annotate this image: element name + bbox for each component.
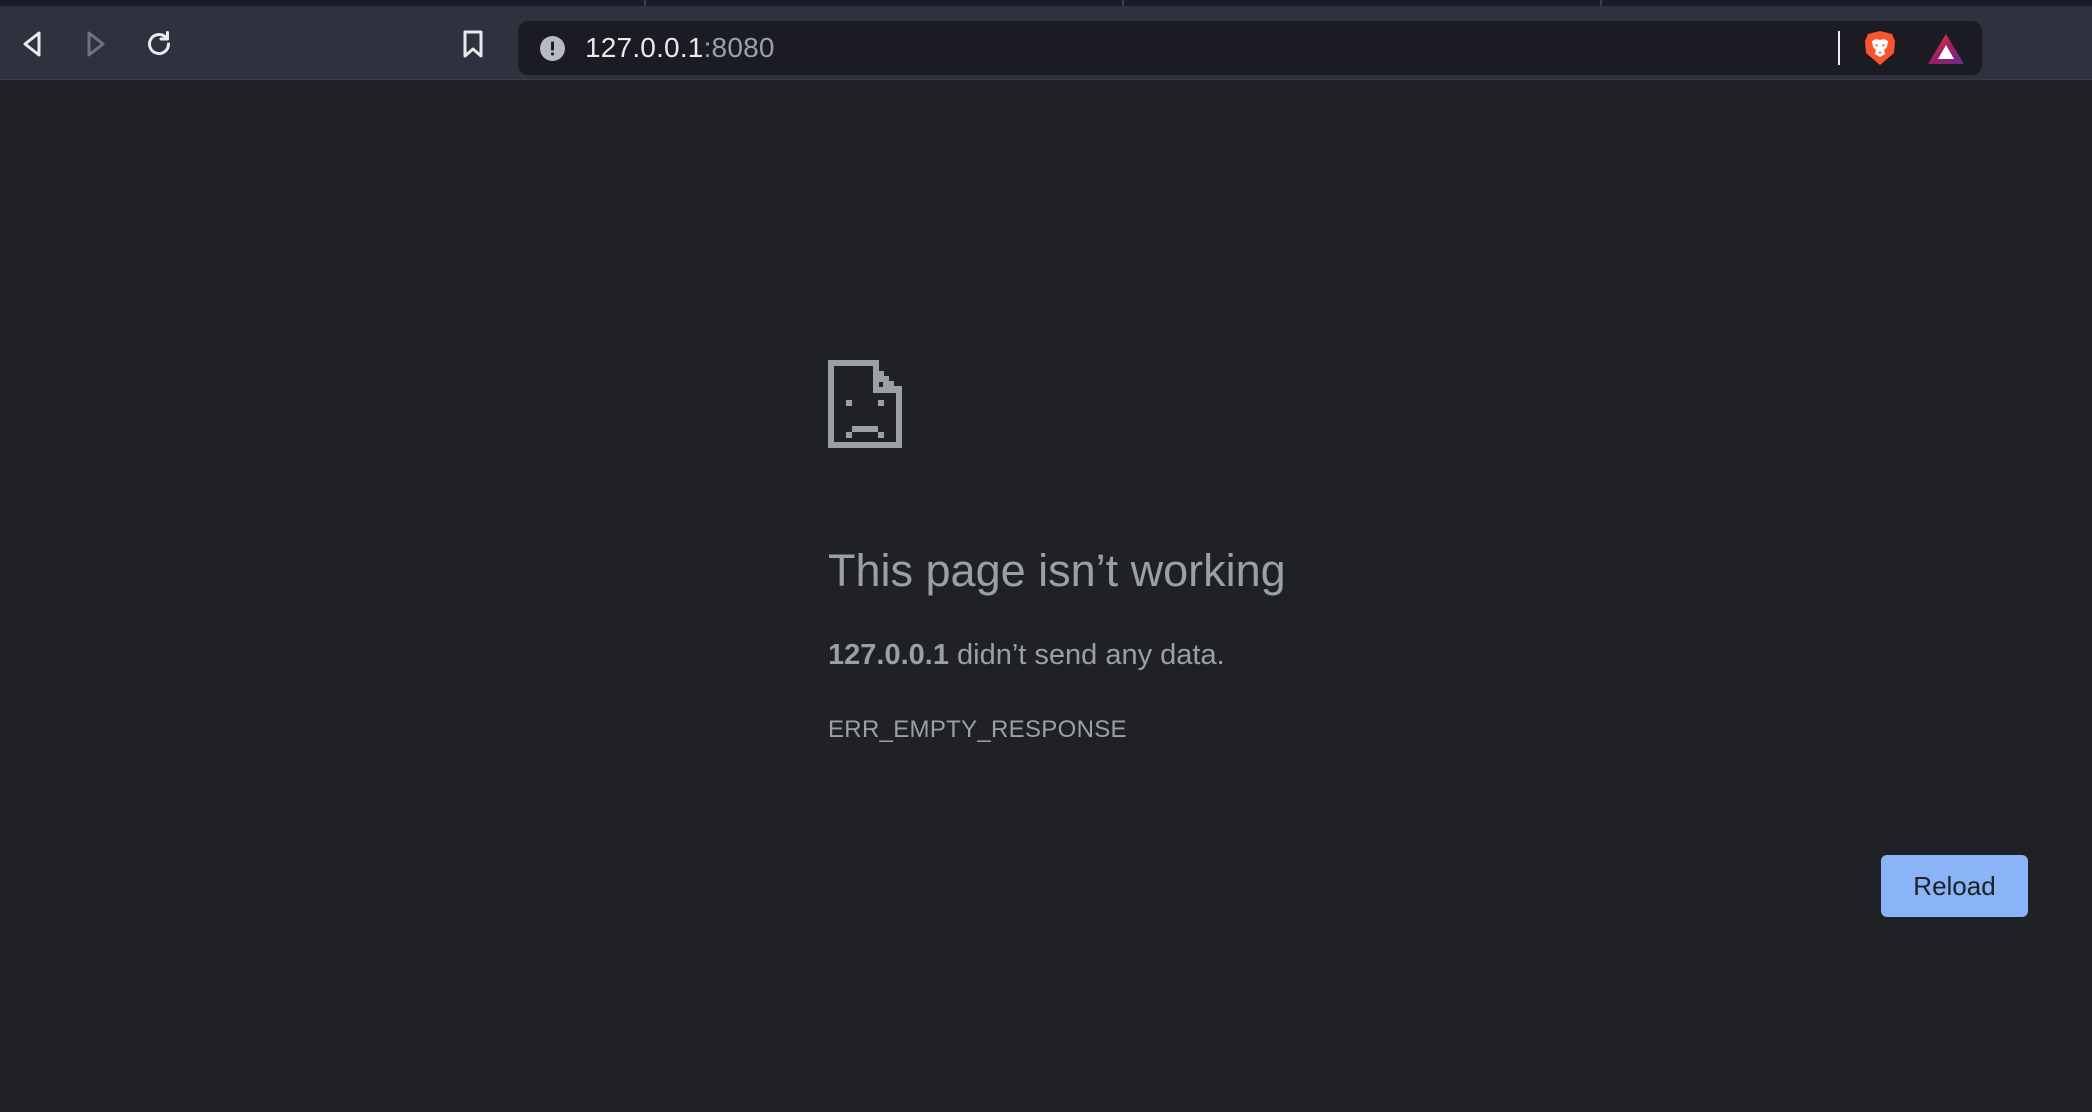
bookmark-button[interactable] (451, 22, 495, 66)
reload-toolbar-button[interactable] (137, 22, 181, 66)
bookmark-icon (463, 30, 483, 58)
address-bar[interactable]: 127.0.0.1:8080 (518, 21, 1982, 75)
error-title: This page isn’t working (828, 545, 1286, 596)
back-icon (23, 31, 41, 57)
forward-button[interactable] (73, 22, 117, 66)
omnibox-divider (1838, 31, 1840, 65)
sad-page-icon (828, 360, 902, 448)
reload-icon (148, 31, 171, 56)
error-message: didn’t send any data. (948, 639, 1225, 671)
brave-shields-icon[interactable] (1861, 29, 1899, 67)
url-port: :8080 (703, 32, 775, 63)
info-icon[interactable] (540, 36, 565, 61)
url-host: 127.0.0.1 (585, 32, 704, 63)
url-text[interactable]: 127.0.0.1:8080 (585, 32, 775, 64)
browser-toolbar: 127.0.0.1:8080 (0, 6, 2092, 80)
back-button[interactable] (11, 22, 55, 66)
error-code: ERR_EMPTY_RESPONSE (828, 716, 1127, 743)
error-description: 127.0.0.1 didn’t send any data. (828, 637, 1225, 673)
reload-button[interactable]: Reload (1881, 855, 2028, 917)
error-host: 127.0.0.1 (828, 639, 949, 671)
brave-rewards-icon[interactable] (1926, 32, 1966, 66)
forward-icon (87, 31, 105, 57)
